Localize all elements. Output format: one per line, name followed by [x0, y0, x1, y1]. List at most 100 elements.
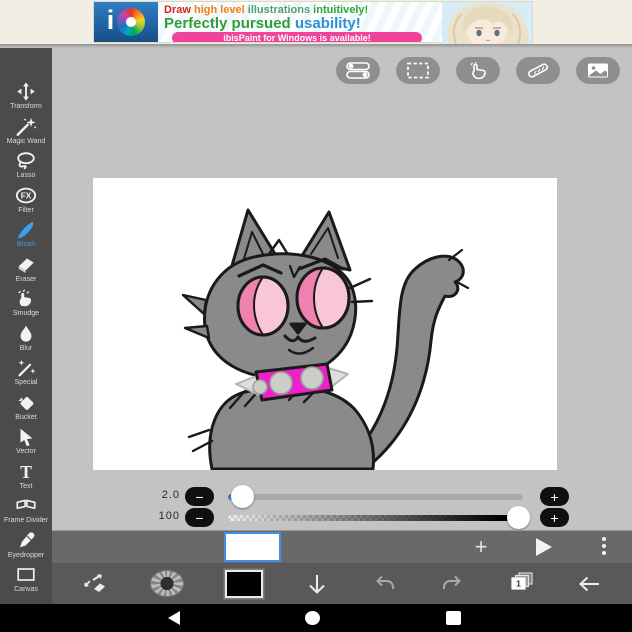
- layer-thumbnail[interactable]: [224, 532, 281, 562]
- svg-text:FX: FX: [21, 191, 32, 200]
- sidebar-item-magic-wand[interactable]: Magic Wand: [0, 116, 52, 151]
- bottom-toolbar: 1: [52, 563, 632, 604]
- workspace: 2.0 − + 100 − + + 1: [52, 48, 632, 604]
- hand-gesture-icon: [470, 61, 486, 80]
- sidebar-item-lasso[interactable]: Lasso: [0, 150, 52, 185]
- sidebar-item-frame-divider[interactable]: Frame Divider: [0, 495, 52, 530]
- opacity-increase-button[interactable]: +: [540, 508, 569, 527]
- opacity-row: 100 − +: [52, 506, 632, 530]
- sidebar-item-label: Special: [14, 379, 38, 386]
- android-navigation-bar: [0, 604, 632, 632]
- recents-icon[interactable]: [446, 611, 461, 625]
- sidebar-item-label: Transform: [10, 103, 42, 110]
- hand-tool-button[interactable]: [456, 57, 500, 84]
- eyedropper-icon: [20, 531, 35, 547]
- smudge-icon: [18, 289, 32, 307]
- selection-settings-button[interactable]: [336, 57, 380, 84]
- redo-icon: [442, 575, 461, 589]
- svg-text:1: 1: [516, 578, 521, 588]
- back-icon[interactable]: [168, 611, 180, 625]
- play-button[interactable]: [536, 538, 552, 556]
- sidebar-item-transform[interactable]: Transform: [0, 81, 52, 116]
- select-rectangle-button[interactable]: [396, 57, 440, 84]
- sidebar-item-label: Frame Divider: [4, 517, 48, 524]
- redo-button[interactable]: [439, 573, 465, 595]
- more-options-icon: [602, 537, 606, 541]
- current-color-swatch: [225, 569, 264, 598]
- ruler-icon: [528, 63, 548, 78]
- ad-banner-content[interactable]: i Draw high level illustrations intuitiv…: [93, 1, 533, 44]
- color-swatch-button[interactable]: [225, 569, 264, 598]
- ad-pill-banner[interactable]: ibisPaint for Windows is available!: [172, 32, 422, 42]
- opacity-decrease-button[interactable]: −: [185, 508, 214, 527]
- ad-character-image: [442, 2, 532, 44]
- blur-icon: [20, 325, 32, 342]
- sidebar-item-label: Brush: [16, 241, 36, 248]
- swap-pen-eraser-button[interactable]: [81, 572, 109, 596]
- brush-size-slider[interactable]: [228, 485, 523, 508]
- sidebar-item-eyedropper[interactable]: Eyedropper: [0, 530, 52, 565]
- expand-down-button[interactable]: [304, 573, 330, 595]
- play-icon: [536, 538, 552, 556]
- sidebar-item-smudge[interactable]: Smudge: [0, 288, 52, 323]
- sidebar-item-label: Blur: [19, 344, 33, 352]
- layers-icon: 1: [511, 571, 533, 590]
- canvas-icon: [17, 568, 35, 581]
- opacity-slider[interactable]: [228, 506, 530, 529]
- sidebar-item-label: Eyedropper: [7, 551, 45, 559]
- undo-button[interactable]: [372, 573, 398, 595]
- magic-wand-icon: [16, 117, 37, 136]
- sidebar-item-label: Eraser: [15, 275, 37, 283]
- sidebar-item-eraser[interactable]: Eraser: [0, 254, 52, 289]
- brush-size-increase-button[interactable]: +: [540, 487, 569, 506]
- frame-divider-icon: [16, 499, 36, 510]
- app-body: Transform Magic Wand Lasso FX Filter Bru…: [0, 48, 632, 604]
- undo-icon: [375, 575, 394, 589]
- sidebar-item-text[interactable]: T Text: [0, 461, 52, 496]
- sidebar-item-canvas[interactable]: Canvas: [0, 564, 52, 599]
- sidebar-item-special[interactable]: Special: [0, 357, 52, 392]
- sidebar-item-vector[interactable]: Vector: [0, 426, 52, 461]
- brush-preview-button[interactable]: [149, 570, 184, 597]
- sidebar-item-blur[interactable]: Blur: [0, 323, 52, 358]
- sidebar-item-label: Filter: [18, 206, 34, 214]
- material-button[interactable]: [576, 57, 620, 84]
- brush-size-slider-thumb[interactable]: [231, 485, 254, 508]
- sidebar-item-brush[interactable]: Brush: [0, 219, 52, 254]
- logo-letter: i: [106, 5, 115, 35]
- ruler-tool-button[interactable]: [516, 57, 560, 84]
- frame-bar: +: [52, 530, 632, 563]
- color-wheel-logo-icon: [117, 8, 146, 36]
- drawing-canvas[interactable]: [93, 178, 557, 471]
- more-options-button[interactable]: [602, 537, 606, 555]
- vector-icon: [20, 428, 33, 447]
- sidebar-item-label: Canvas: [14, 586, 38, 593]
- special-pen-icon: [18, 359, 36, 377]
- svg-text:T: T: [20, 461, 32, 481]
- text-icon: T: [20, 461, 32, 481]
- brush-size-decrease-button[interactable]: −: [185, 487, 214, 506]
- select-rectangle-icon: [407, 62, 429, 79]
- add-frame-button[interactable]: +: [470, 533, 492, 561]
- lasso-icon: [17, 152, 35, 170]
- top-toolbar: [336, 57, 620, 84]
- brush-icon: [17, 221, 34, 239]
- ad-subheadline-seg: Perfectly pursued: [164, 15, 295, 32]
- ad-subheadline: Perfectly pursued usability!: [164, 16, 440, 31]
- ad-copy: Draw high level illustrations intuitivel…: [158, 2, 442, 42]
- sidebar-item-label: Magic Wand: [6, 137, 46, 145]
- sidebar-item-label: Lasso: [16, 172, 36, 179]
- home-icon[interactable]: [305, 611, 320, 625]
- sidebar-item-filter[interactable]: FX Filter: [0, 185, 52, 220]
- transform-icon: [17, 82, 35, 101]
- down-arrow-icon: [309, 574, 326, 594]
- sidebar-item-label: Text: [19, 482, 33, 490]
- sidebar-item-label: Bucket: [15, 413, 37, 421]
- ibispaint-app-screen: i Draw high level illustrations intuitiv…: [0, 0, 632, 632]
- sidebar-item-bucket[interactable]: Bucket: [0, 392, 52, 427]
- back-button[interactable]: [577, 573, 603, 595]
- opacity-slider-thumb[interactable]: [507, 506, 530, 529]
- brush-size-value: 2.0: [161, 489, 180, 501]
- tool-sidebar: Transform Magic Wand Lasso FX Filter Bru…: [0, 48, 52, 604]
- layers-button[interactable]: 1: [506, 571, 536, 597]
